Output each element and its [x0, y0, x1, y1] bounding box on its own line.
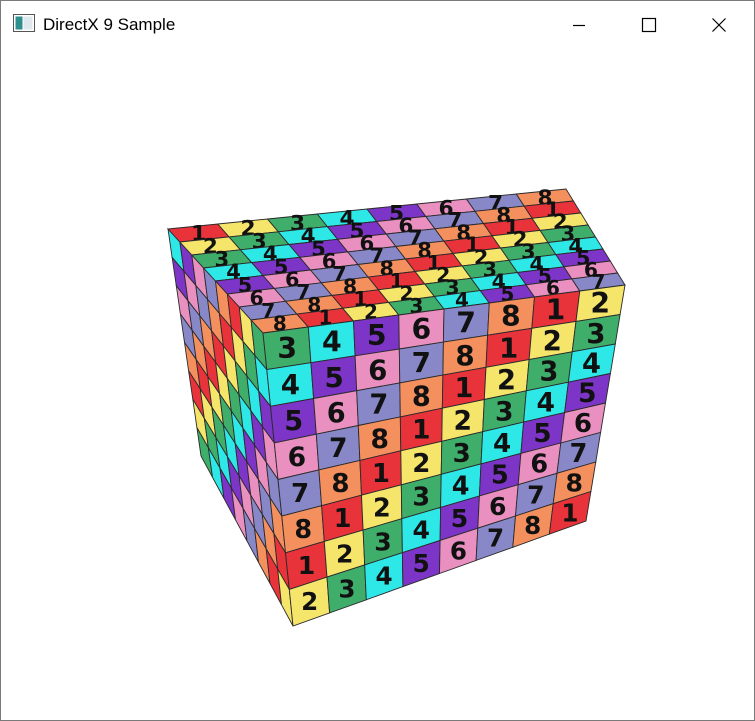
tile-digit: 5: [367, 319, 387, 352]
rotating-cube-render: 1 2 3 4 5 6 7 82 3 4 5 6 7 8 13 4 5 6 7 8 1 24 5 6 7 8 1 2 35 6 7 8 1 2 3 4…: [167, 186, 626, 627]
tile-digit: 8: [412, 381, 431, 412]
tile-digit: 5: [324, 361, 343, 394]
tile-digit: 3: [412, 482, 430, 512]
tile-digit: 3: [338, 574, 355, 603]
tile-digit: 7: [329, 433, 348, 464]
tile-digit: 2: [497, 365, 516, 396]
tile-digit: 3: [495, 397, 514, 428]
tile-digit: 7: [412, 346, 431, 379]
tile-digit: 7: [487, 524, 504, 553]
maximize-icon: [641, 17, 657, 33]
app-window-icon: [13, 14, 35, 32]
tile-digit: 3: [540, 357, 559, 388]
tile-digit: 7: [527, 480, 544, 509]
tile-digit: 8: [501, 300, 521, 333]
tile-digit: 5: [451, 504, 468, 533]
tile-digit: 8: [331, 469, 349, 499]
window-title: DirectX 9 Sample: [43, 15, 176, 34]
tile-digit: 1: [561, 498, 578, 527]
tile-digit: 6: [368, 353, 387, 386]
tile-digit: 6: [288, 442, 307, 473]
tile-digit: 6: [530, 450, 548, 480]
tile-digit: 6: [412, 313, 432, 346]
tile-digit: 8: [524, 511, 541, 540]
tile-digit: 1: [546, 294, 566, 327]
application-window: DirectX 9 Sample 12345678234567813456781…: [0, 0, 755, 721]
tile-digit: 1: [454, 373, 473, 404]
tile-digit: 2: [454, 406, 473, 437]
tile-digit: 7: [570, 439, 588, 469]
minimize-icon: [573, 24, 585, 27]
tile-digit: 6: [489, 492, 506, 521]
tile-digit: 8: [455, 339, 474, 372]
tile-digit: 7: [291, 479, 309, 509]
render-viewport[interactable]: 1234567823456781345678124567812356781234…: [1, 49, 754, 720]
cube-face-front: 3 4 5 6 7 8 1 24 5 6 7 8 1 2 35 6 7 8 1 2 3 46 7 8 1 2 3 4 57 8 1 2 3 4 5 6…: [262, 284, 626, 627]
tile-digit: 4: [281, 368, 300, 401]
tile-digit: 7: [456, 306, 476, 339]
tile-digit: 2: [590, 287, 610, 320]
tile-digit: 2: [412, 449, 430, 479]
tile-digit: 4: [452, 472, 470, 502]
tile-digit: 4: [536, 387, 555, 418]
tile-digit: 1: [412, 415, 431, 446]
tile-digit: 8: [565, 469, 582, 498]
close-button[interactable]: [684, 1, 754, 49]
title-bar[interactable]: DirectX 9 Sample: [1, 1, 754, 49]
tile-digit: 1: [372, 459, 390, 489]
tile-digit: 2: [301, 587, 318, 616]
tile-digit: 7: [369, 390, 388, 421]
tile-digit: 5: [578, 378, 597, 409]
tile-digit: 3: [586, 317, 605, 350]
tile-digit: 2: [336, 539, 353, 568]
tile-digit: 2: [543, 324, 562, 357]
tile-digit: 1: [499, 331, 518, 364]
maximize-button[interactable]: [614, 1, 684, 49]
tile-digit: 6: [450, 536, 467, 565]
tile-digit: 8: [371, 424, 390, 455]
tile-digit: 1: [298, 551, 315, 580]
tile-digit: 4: [375, 562, 392, 591]
tile-digit: 6: [574, 409, 592, 439]
tile-digit: 5: [413, 549, 430, 578]
minimize-button[interactable]: [544, 1, 614, 49]
close-icon: [712, 18, 726, 32]
tile-digit: 4: [582, 349, 601, 380]
tile-digit: 5: [491, 461, 509, 491]
tile-digit: 1: [334, 504, 352, 534]
tile-digit: 3: [277, 332, 297, 365]
tile-digit: 2: [373, 493, 391, 523]
tile-digit: 3: [374, 528, 391, 557]
tile-digit: 6: [327, 398, 346, 429]
tile-digit: 3: [453, 439, 471, 469]
tile-digit: 8: [294, 515, 312, 545]
tile-digit: 4: [412, 516, 429, 545]
tile-digit: 5: [533, 419, 551, 449]
tile-digit: 5: [284, 406, 303, 437]
tile-digit: 4: [322, 326, 342, 359]
tile-digit: 4: [493, 429, 511, 459]
